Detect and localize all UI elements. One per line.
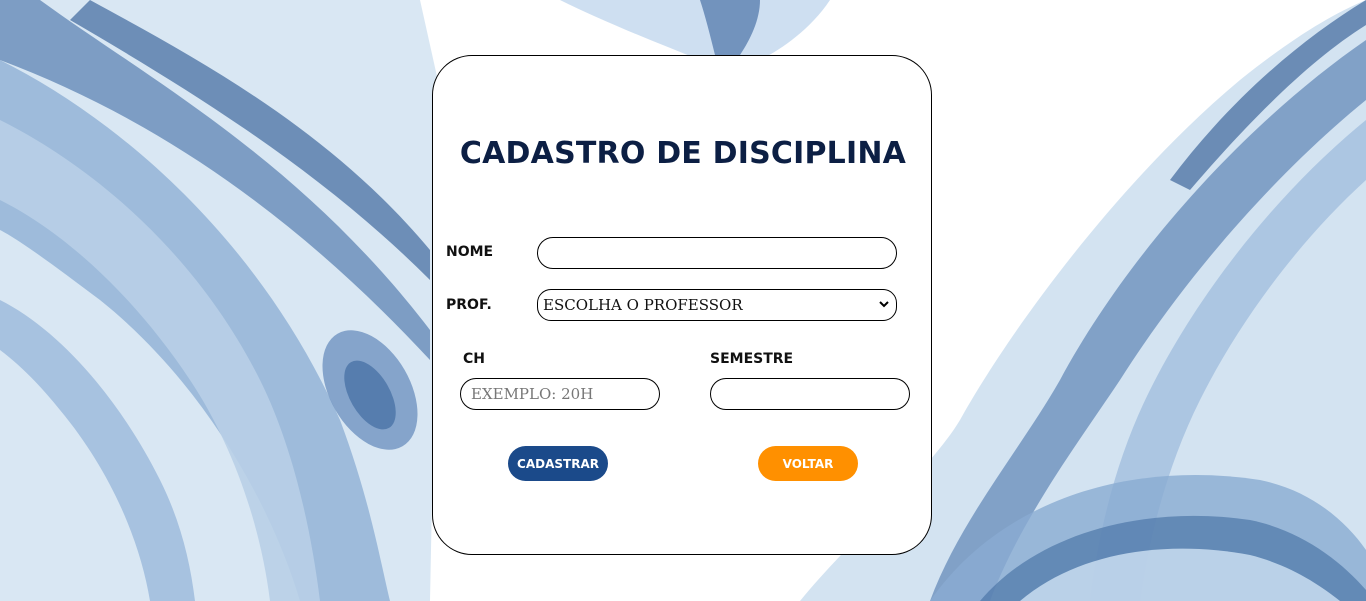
semestre-input[interactable]	[710, 378, 910, 410]
page: CADASTRO DE DISCIPLINA NOME PROF. ESCOLH…	[0, 0, 1366, 601]
ch-input[interactable]	[460, 378, 660, 410]
prof-label: PROF.	[446, 297, 492, 313]
signup-card: CADASTRO DE DISCIPLINA NOME PROF. ESCOLH…	[432, 55, 932, 555]
professor-select[interactable]: ESCOLHA O PROFESSOR	[537, 289, 897, 321]
page-title: CADASTRO DE DISCIPLINA	[459, 136, 907, 171]
nome-label: NOME	[446, 244, 494, 260]
chevron-down-icon	[879, 301, 889, 308]
voltar-button[interactable]: VOLTAR	[758, 446, 858, 481]
ch-label: CH	[463, 351, 485, 367]
cadastrar-button[interactable]: CADASTRAR	[508, 446, 608, 481]
semestre-label: SEMESTRE	[710, 351, 794, 367]
nome-input[interactable]	[537, 237, 897, 269]
professor-select-value: ESCOLHA O PROFESSOR	[543, 296, 743, 314]
